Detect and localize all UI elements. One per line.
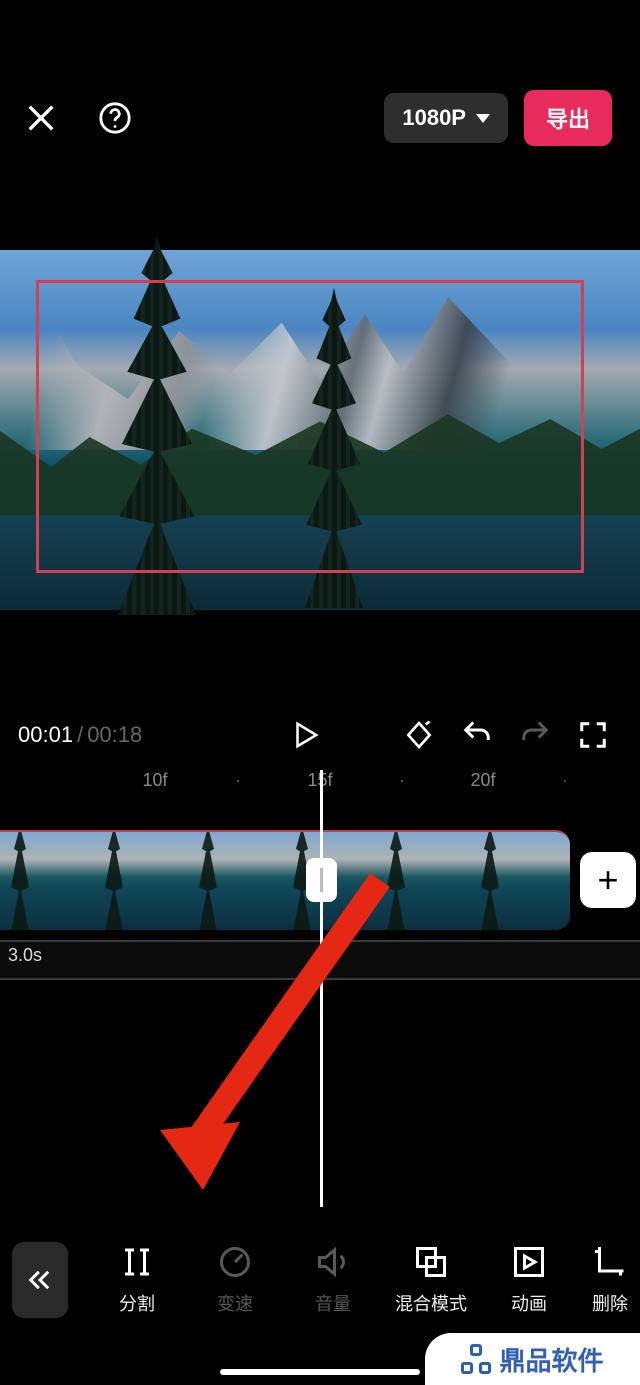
bottom-toolbar: 分割 变速 音量 混合模式 动画 删除 — [0, 1225, 640, 1335]
watermark-logo-icon — [461, 1344, 491, 1374]
time-display: 00:01/00:18 — [18, 722, 142, 748]
tool-delete[interactable]: 删除 — [580, 1244, 640, 1316]
ruler-mark: 20f — [470, 770, 495, 791]
play-icon — [290, 718, 320, 752]
clip-thumbnail — [376, 832, 470, 930]
export-button[interactable]: 导出 — [524, 90, 612, 146]
help-button[interactable] — [98, 101, 132, 135]
watermark-text: 鼎品软件 — [499, 1341, 603, 1378]
redo-button[interactable] — [506, 720, 564, 750]
crop-icon — [592, 1244, 628, 1280]
fullscreen-icon — [578, 720, 608, 750]
close-icon — [24, 101, 58, 135]
tool-label: 删除 — [592, 1290, 628, 1316]
playhead-handle[interactable] — [306, 858, 337, 902]
animation-icon — [511, 1244, 547, 1280]
close-button[interactable] — [24, 101, 58, 135]
tool-label: 音量 — [315, 1290, 351, 1316]
clip-thumbnail — [0, 832, 94, 930]
split-icon — [119, 1244, 155, 1280]
add-clip-button[interactable]: + — [580, 852, 636, 908]
undo-icon — [460, 720, 494, 750]
fullscreen-button[interactable] — [564, 720, 622, 750]
tool-animation[interactable]: 动画 — [482, 1244, 576, 1316]
current-time: 00:01 — [18, 722, 73, 747]
video-clip[interactable] — [0, 830, 570, 930]
clip-thumbnail — [470, 832, 564, 930]
blend-icon — [413, 1244, 449, 1280]
clip-thumbnail — [188, 832, 282, 930]
playback-bar: 00:01/00:18 — [0, 708, 640, 762]
tool-split[interactable]: 分割 — [90, 1244, 184, 1316]
volume-icon — [315, 1244, 351, 1280]
plus-icon: + — [597, 859, 618, 901]
keyframe-button[interactable] — [390, 719, 448, 751]
tool-blend[interactable]: 混合模式 — [384, 1244, 478, 1316]
tool-label: 分割 — [119, 1290, 155, 1316]
chevron-down-icon — [476, 114, 490, 123]
watermark: 鼎品软件 — [425, 1333, 640, 1385]
speed-icon — [217, 1244, 253, 1280]
toolbar-back-button[interactable] — [12, 1242, 68, 1318]
crop-frame[interactable] — [36, 280, 584, 573]
help-icon — [98, 101, 132, 135]
ruler-mark: 10f — [142, 770, 167, 791]
video-preview[interactable] — [0, 250, 640, 610]
tool-volume[interactable]: 音量 — [286, 1244, 380, 1316]
playhead[interactable] — [320, 770, 323, 1207]
keyframe-icon — [403, 719, 435, 751]
top-bar: 1080P 导出 — [0, 90, 640, 146]
clip-thumbnail — [94, 832, 188, 930]
clip-thumbnail — [564, 832, 570, 930]
tool-speed[interactable]: 变速 — [188, 1244, 282, 1316]
tool-label: 混合模式 — [395, 1290, 467, 1316]
resolution-button[interactable]: 1080P — [384, 93, 508, 143]
tool-label: 动画 — [511, 1290, 547, 1316]
resolution-label: 1080P — [402, 105, 466, 131]
chevrons-left-icon — [26, 1266, 54, 1294]
play-button[interactable] — [276, 718, 334, 752]
subclip-duration: 3.0s — [8, 945, 42, 966]
home-indicator[interactable] — [220, 1369, 420, 1375]
total-time: 00:18 — [87, 722, 142, 747]
tool-label: 变速 — [217, 1290, 253, 1316]
redo-icon — [518, 720, 552, 750]
undo-button[interactable] — [448, 720, 506, 750]
